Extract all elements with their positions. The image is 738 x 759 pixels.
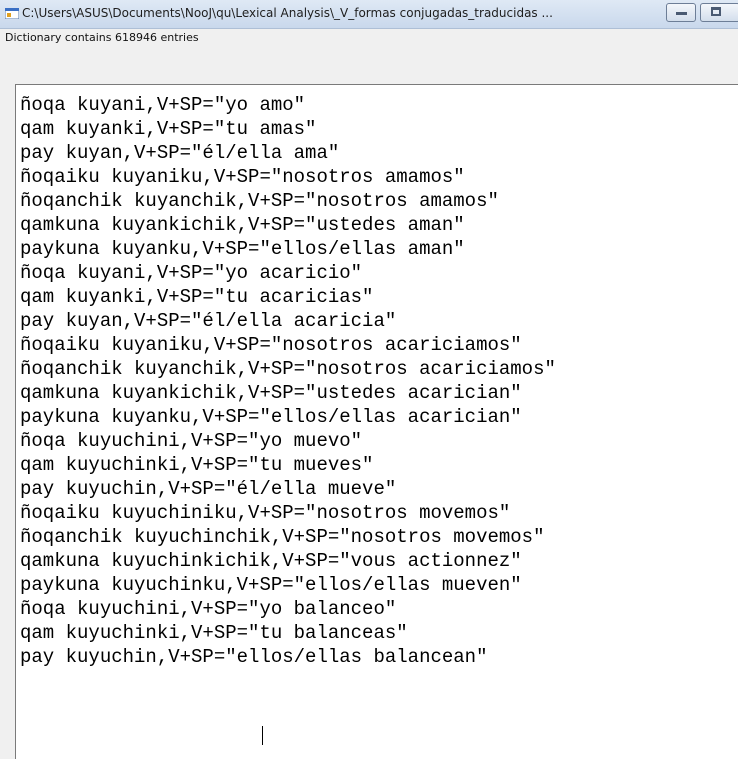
dictionary-entry-line[interactable]: ñoqa kuyani,V+SP="yo acaricio" [20,261,362,285]
title-bar[interactable]: C:\Users\ASUS\Documents\NooJ\qu\Lexical … [0,0,738,29]
window-title: C:\Users\ASUS\Documents\NooJ\qu\Lexical … [22,6,553,20]
dictionary-entry-line[interactable]: ñoqa kuyani,V+SP="yo amo" [20,93,305,117]
dictionary-entry-line[interactable]: qam kuyuchinki,V+SP="tu balanceas" [20,621,408,645]
app-window-icon [5,8,19,19]
dictionary-entry-line[interactable]: qam kuyuchinki,V+SP="tu mueves" [20,453,373,477]
text-caret [262,726,263,745]
dictionary-entry-line[interactable]: qamkuna kuyankichik,V+SP="ustedes acaric… [20,381,522,405]
dictionary-entry-line[interactable]: ñoqa kuyuchini,V+SP="yo balanceo" [20,597,396,621]
dictionary-entry-line[interactable]: pay kuyan,V+SP="él/ella acaricia" [20,309,396,333]
minimize-button[interactable] [666,3,696,22]
dictionary-entry-line[interactable]: qamkuna kuyankichik,V+SP="ustedes aman" [20,213,465,237]
dictionary-entry-line[interactable]: paykuna kuyanku,V+SP="ellos/ellas acaric… [20,405,522,429]
maximize-icon [711,7,721,16]
maximize-button[interactable] [700,3,738,22]
dictionary-text-editor[interactable]: ñoqa kuyani,V+SP="yo amo" qam kuyanki,V+S… [15,84,738,759]
dictionary-entry-line[interactable]: ñoqanchik kuyuchinchik,V+SP="nosotros mo… [20,525,545,549]
dictionary-window: C:\Users\ASUS\Documents\NooJ\qu\Lexical … [0,0,738,759]
dictionary-entry-line[interactable]: ñoqanchik kuyanchik,V+SP="nosotros acari… [20,357,556,381]
dictionary-entry-line[interactable]: pay kuyan,V+SP="él/ella ama" [20,141,339,165]
dictionary-entry-line[interactable]: pay kuyuchin,V+SP="ellos/ellas balancean… [20,645,487,669]
dictionary-entry-line[interactable]: ñoqaiku kuyuchiniku,V+SP="nosotros movem… [20,501,510,525]
dictionary-entry-count: Dictionary contains 618946 entries [5,31,199,44]
dictionary-entry-line[interactable]: ñoqaiku kuyaniku,V+SP="nosotros acaricia… [20,333,522,357]
dictionary-entry-line[interactable]: qamkuna kuyuchinkichik,V+SP="vous action… [20,549,522,573]
dictionary-entry-line[interactable]: pay kuyuchin,V+SP="él/ella mueve" [20,477,396,501]
dictionary-entry-line[interactable]: paykuna kuyanku,V+SP="ellos/ellas aman" [20,237,465,261]
minimize-icon [676,12,687,15]
dictionary-entry-line[interactable]: ñoqanchik kuyanchik,V+SP="nosotros amamo… [20,189,499,213]
dictionary-entry-line[interactable]: qam kuyanki,V+SP="tu acaricias" [20,285,373,309]
dictionary-entry-line[interactable]: ñoqaiku kuyaniku,V+SP="nosotros amamos" [20,165,465,189]
dictionary-entry-line[interactable]: paykuna kuyuchinku,V+SP="ellos/ellas mue… [20,573,522,597]
dictionary-entry-line[interactable]: ñoqa kuyuchini,V+SP="yo muevo" [20,429,362,453]
dictionary-entry-line[interactable]: qam kuyanki,V+SP="tu amas" [20,117,316,141]
